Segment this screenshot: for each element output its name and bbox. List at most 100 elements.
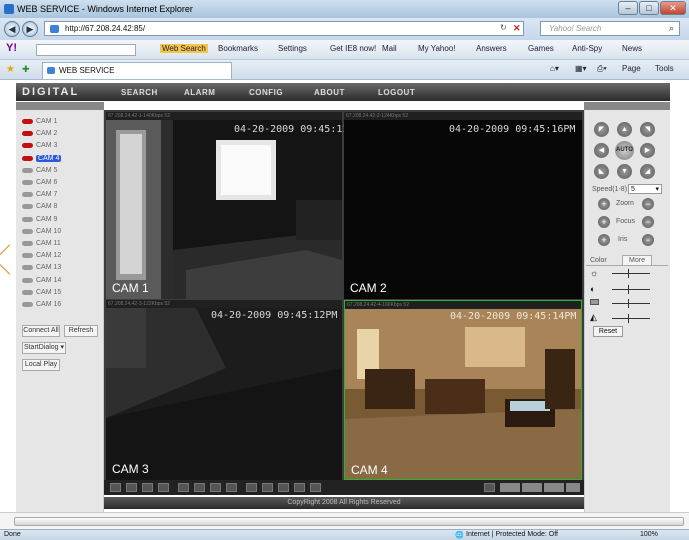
toolbar-bookmarks[interactable]: Bookmarks — [218, 44, 258, 53]
toolbar-settings[interactable]: Settings — [278, 44, 307, 53]
horizontal-scrollbar[interactable] — [0, 512, 689, 529]
iris-open-icon[interactable]: + — [598, 234, 610, 246]
camera-list-item[interactable]: CAM 10 — [22, 228, 61, 239]
stop-icon[interactable]: ✕ — [513, 23, 521, 34]
camera-list-item[interactable]: CAM 4 — [22, 154, 62, 166]
menu-search[interactable]: SEARCH — [121, 88, 158, 97]
ptz-down-left-icon[interactable]: ◣ — [594, 164, 609, 179]
feeds-icon[interactable]: ▦▾ — [575, 64, 587, 73]
zoom-level[interactable]: 100% — [640, 531, 658, 538]
stream-select-2[interactable] — [522, 483, 542, 492]
ptz-right-icon[interactable]: ▶ — [640, 143, 655, 158]
video-cell-cam3[interactable]: 67.208.24.42-3-122Kbps 52 04-20-2009 09:… — [106, 300, 342, 480]
iris-close-icon[interactable]: − — [642, 234, 654, 246]
layout-13-icon[interactable] — [226, 483, 237, 492]
video-cell-cam2[interactable]: 67.208.24.42-2-124Kbps 52 04-20-2009 09:… — [344, 112, 582, 299]
ptz-down-right-icon[interactable]: ◢ — [640, 164, 655, 179]
snapshot-icon[interactable] — [262, 483, 273, 492]
brightness-slider[interactable] — [612, 273, 650, 274]
camera-list-item[interactable]: CAM 13 — [22, 264, 61, 275]
ptz-down-icon[interactable]: ▼ — [617, 164, 632, 179]
hue-thumb[interactable] — [628, 314, 629, 323]
maximize-button[interactable]: □ — [639, 1, 659, 15]
camera-list-item[interactable]: CAM 6 — [22, 179, 57, 190]
toolbar-games[interactable]: Games — [528, 44, 554, 53]
toolbar-my-yahoo[interactable]: My Yahoo! — [418, 44, 456, 53]
toolbar-news[interactable]: News — [622, 44, 642, 53]
tools-menu[interactable]: Tools — [655, 64, 674, 73]
page-menu[interactable]: Page — [622, 64, 641, 73]
back-button[interactable]: ◀ — [4, 21, 20, 37]
camera-list-item[interactable]: CAM 3 — [22, 142, 57, 153]
layout-9-icon[interactable] — [142, 483, 153, 492]
saturation-slider[interactable] — [612, 303, 650, 304]
start-dialog-button[interactable]: StartDialog ▾ — [22, 342, 66, 354]
contrast-thumb[interactable] — [628, 285, 629, 294]
menu-config[interactable]: CONFIG — [249, 88, 283, 97]
toolbar-get-ie8[interactable]: Get IE8 now! — [330, 44, 376, 53]
address-bar[interactable]: http://67.208.24.42:85/ ↻ ✕ — [44, 21, 524, 36]
tab-more[interactable]: More — [622, 255, 652, 265]
local-play-button[interactable]: Local Play — [22, 359, 60, 371]
minimize-button[interactable]: – — [618, 1, 638, 15]
layout-8-icon[interactable] — [194, 483, 205, 492]
ptz-up-left-icon[interactable]: ◤ — [594, 122, 609, 137]
ptz-up-right-icon[interactable]: ◥ — [640, 122, 655, 137]
camera-list-item[interactable]: CAM 14 — [22, 277, 61, 288]
toolbar-answers[interactable]: Answers — [476, 44, 507, 53]
layout-6-icon[interactable] — [178, 483, 189, 492]
reset-button[interactable]: Reset — [593, 326, 623, 337]
camera-list-item[interactable]: CAM 2 — [22, 130, 57, 141]
scrollbar-thumb[interactable] — [14, 517, 684, 526]
refresh-icon[interactable]: ↻ — [500, 23, 507, 32]
fullscreen-icon[interactable] — [246, 483, 257, 492]
layout-10-icon[interactable] — [210, 483, 221, 492]
toolbar-web-search[interactable]: Web Search — [160, 44, 208, 53]
add-favorites-icon[interactable]: ✚ — [22, 64, 30, 75]
yahoo-search-box[interactable] — [36, 44, 136, 56]
stream-toggle-icon[interactable] — [484, 483, 495, 492]
camera-list-item[interactable]: CAM 16 — [22, 301, 61, 312]
stream-select-4[interactable] — [566, 483, 580, 492]
menu-alarm[interactable]: ALARM — [184, 88, 215, 97]
audio-icon[interactable] — [294, 483, 305, 492]
connect-all-button[interactable]: Connect All — [22, 325, 60, 337]
tab-web-service[interactable]: WEB SERVICE — [42, 62, 232, 79]
ptz-auto-button[interactable]: AUTO — [615, 141, 634, 160]
refresh-button[interactable]: Refresh — [64, 325, 98, 337]
home-icon[interactable]: ⌂▾ — [550, 64, 559, 73]
talk-icon[interactable] — [310, 483, 321, 492]
ptz-left-icon[interactable]: ◀ — [594, 143, 609, 158]
hue-slider[interactable] — [612, 318, 650, 319]
zoom-out-icon[interactable]: − — [642, 198, 654, 210]
camera-list-item[interactable]: CAM 11 — [22, 240, 61, 251]
zoom-in-icon[interactable]: + — [598, 198, 610, 210]
camera-list-item[interactable]: CAM 15 — [22, 289, 61, 300]
favorites-star-icon[interactable]: ★ — [6, 64, 15, 75]
focus-out-icon[interactable]: − — [642, 216, 654, 228]
stream-select-3[interactable] — [544, 483, 564, 492]
camera-list-item[interactable]: CAM 9 — [22, 216, 57, 227]
ptz-up-icon[interactable]: ▲ — [617, 122, 632, 137]
layout-1-icon[interactable] — [110, 483, 121, 492]
camera-list-item[interactable]: CAM 5 — [22, 167, 57, 178]
saturation-thumb[interactable] — [628, 299, 629, 308]
contrast-slider[interactable] — [612, 289, 650, 290]
camera-list-item[interactable]: CAM 12 — [22, 252, 61, 263]
layout-16-icon[interactable] — [158, 483, 169, 492]
record-icon[interactable] — [278, 483, 289, 492]
tab-color[interactable]: Color — [590, 257, 607, 264]
menu-logout[interactable]: LOGOUT — [378, 88, 415, 97]
camera-list-item[interactable]: CAM 8 — [22, 203, 57, 214]
speed-select[interactable]: 5 ▾ — [628, 184, 662, 194]
print-icon[interactable]: ⎙▾ — [597, 64, 607, 74]
video-cell-cam1[interactable]: 67.208.24.42-1-140Kbps 52 04-20-2009 09:… — [106, 112, 360, 299]
menu-about[interactable]: ABOUT — [314, 88, 345, 97]
brightness-thumb[interactable] — [628, 269, 629, 278]
forward-button[interactable]: ▶ — [22, 21, 38, 37]
toolbar-anti-spy[interactable]: Anti-Spy — [572, 44, 602, 53]
camera-list-item[interactable]: CAM 1 — [22, 118, 57, 129]
yahoo-logo[interactable]: Y! — [6, 42, 17, 54]
search-icon[interactable]: ⌕ — [669, 23, 674, 34]
focus-in-icon[interactable]: + — [598, 216, 610, 228]
